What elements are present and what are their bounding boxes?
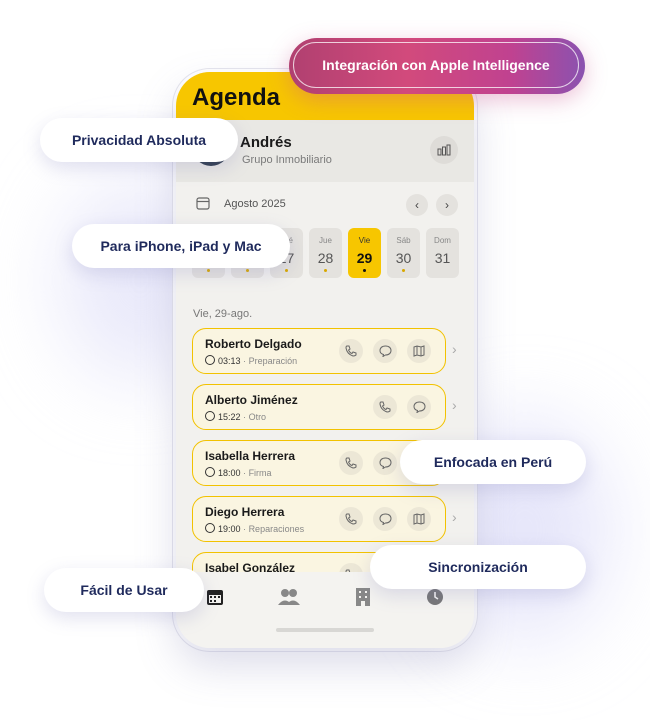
day-cell[interactable]: Vie 29: [348, 228, 381, 278]
appointment-time: 15:22: [218, 412, 241, 422]
appointment-card[interactable]: Alberto Jiménez 15:22 · Otro: [192, 384, 446, 430]
chevron-right-icon[interactable]: ›: [452, 341, 457, 357]
phone-button[interactable]: [339, 507, 363, 531]
feature-privacy: Privacidad Absoluta: [40, 118, 238, 162]
user-company: Grupo Inmobiliario: [242, 154, 332, 166]
clock-icon: [427, 589, 443, 605]
appointment-type: Preparación: [248, 356, 298, 366]
appointment-type: Firma: [248, 468, 272, 478]
month-selector: Agosto 2025 ‹ ›: [192, 194, 462, 216]
event-dot: [324, 269, 327, 272]
appointment-time-row: 03:13 · Preparación: [205, 355, 297, 366]
day-name: Jue: [319, 236, 332, 245]
home-indicator: [276, 628, 374, 632]
appointment-time-row: 19:00 · Reparaciones: [205, 523, 304, 534]
date-header: Vie, 29-ago.: [193, 308, 253, 320]
appointment-type: Otro: [248, 412, 267, 422]
chat-button[interactable]: [373, 451, 397, 475]
appointment-time: 19:00: [218, 524, 241, 534]
day-cell[interactable]: Jue 28: [309, 228, 342, 278]
clock-icon: [205, 523, 215, 533]
client-name: Roberto Delgado: [205, 337, 302, 351]
building-icon: [356, 588, 370, 606]
chevron-right-icon[interactable]: ›: [452, 397, 457, 413]
chat-button[interactable]: [373, 507, 397, 531]
people-icon: [278, 589, 300, 605]
feature-apple-intelligence: Integración con Apple Intelligence: [289, 38, 585, 94]
next-month-button[interactable]: ›: [436, 194, 458, 216]
appointment-card[interactable]: Diego Herrera 19:00 · Reparaciones: [192, 496, 446, 542]
appointment-card[interactable]: Roberto Delgado 03:13 · Preparación: [192, 328, 446, 374]
feature-sync: Sincronización: [370, 545, 586, 589]
app-title: Agenda: [192, 84, 281, 111]
tab-history[interactable]: [424, 586, 446, 608]
day-cell[interactable]: Sáb 30: [387, 228, 420, 278]
client-name: Alberto Jiménez: [205, 393, 298, 407]
phone-icon: [345, 513, 357, 525]
appointment-time-row: 15:22 · Otro: [205, 411, 266, 422]
chat-button[interactable]: [373, 339, 397, 363]
client-name: Isabella Herrera: [205, 449, 296, 463]
user-name: Andrés: [240, 134, 292, 151]
calendar-icon: [196, 197, 210, 210]
chat-icon: [378, 345, 392, 357]
day-number: 28: [317, 250, 334, 266]
phone-icon: [345, 457, 357, 469]
appointment-time: 03:13: [218, 356, 241, 366]
map-button[interactable]: [407, 507, 431, 531]
event-dot: [285, 269, 288, 272]
chat-icon: [378, 513, 392, 525]
day-number: 30: [395, 250, 412, 266]
phone-button[interactable]: [339, 451, 363, 475]
client-name: Diego Herrera: [205, 505, 285, 519]
chevron-left-icon: ‹: [415, 198, 419, 212]
map-icon: [413, 345, 425, 357]
month-label: Agosto 2025: [224, 198, 286, 210]
chevron-right-icon[interactable]: ›: [452, 509, 457, 525]
clock-icon: [205, 411, 215, 421]
feature-apple-intelligence-label: Integración con Apple Intelligence: [293, 42, 579, 88]
clock-icon: [205, 355, 215, 365]
event-dot: [363, 269, 366, 272]
event-dot: [246, 269, 249, 272]
phone-button[interactable]: [373, 395, 397, 419]
chevron-right-icon: ›: [445, 198, 449, 212]
appointment-time: 18:00: [218, 468, 241, 478]
prev-month-button[interactable]: ‹: [406, 194, 428, 216]
map-icon: [413, 513, 425, 525]
day-number: 29: [356, 250, 373, 266]
feature-easy: Fácil de Usar: [44, 568, 204, 612]
phone-icon: [379, 401, 391, 413]
tab-properties[interactable]: [352, 586, 374, 608]
chat-icon: [412, 401, 426, 413]
event-dot: [402, 269, 405, 272]
clock-icon: [205, 467, 215, 477]
feature-platforms: Para iPhone, iPad y Mac: [72, 224, 290, 268]
day-cell[interactable]: Dom 31: [426, 228, 459, 278]
tab-clients[interactable]: [278, 586, 300, 608]
calendar-icon: [207, 590, 223, 605]
feature-peru: Enfocada en Perú: [400, 440, 586, 484]
day-name: Sáb: [396, 236, 411, 245]
bar-chart-icon: [437, 144, 451, 156]
tab-calendar[interactable]: [204, 586, 226, 608]
appointment-type: Reparaciones: [248, 524, 305, 534]
day-number: 31: [434, 250, 451, 266]
map-button[interactable]: [407, 339, 431, 363]
phone-button[interactable]: [339, 339, 363, 363]
day-name: Vie: [358, 236, 371, 245]
stats-button[interactable]: [430, 136, 458, 164]
event-dot: [207, 269, 210, 272]
day-name: Dom: [434, 236, 451, 245]
chat-button[interactable]: [407, 395, 431, 419]
appointment-time-row: 18:00 · Firma: [205, 467, 272, 478]
phone-icon: [345, 345, 357, 357]
chat-icon: [378, 457, 392, 469]
